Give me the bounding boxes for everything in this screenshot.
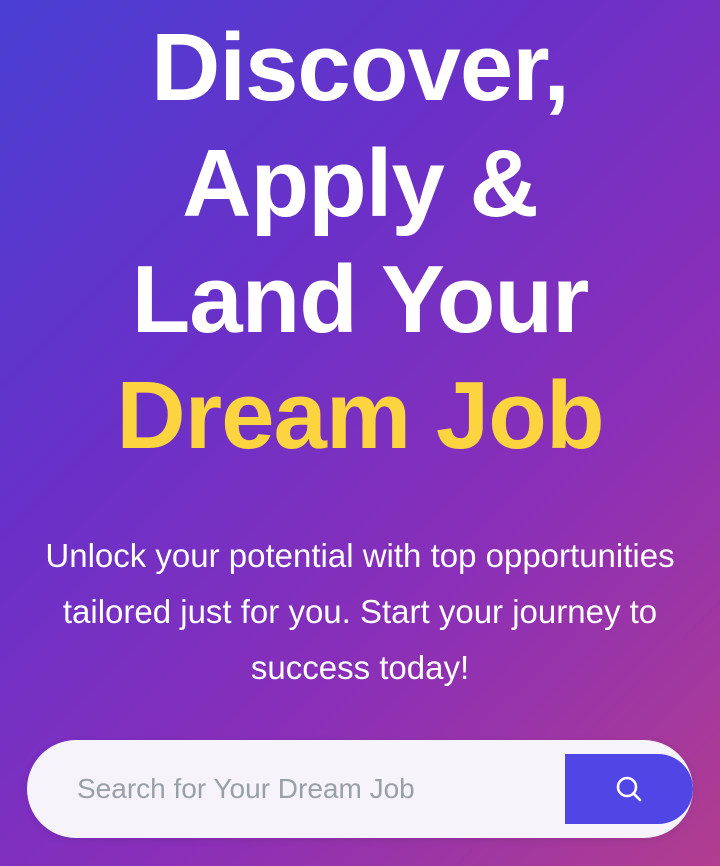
search-icon	[614, 774, 644, 804]
headline-line-apply: Apply &	[182, 130, 539, 237]
search-button[interactable]	[565, 754, 693, 824]
headline-line-discover: Discover,	[151, 14, 570, 121]
hero-headline: Discover, Apply & Land Your Dream Job	[0, 10, 720, 474]
hero-section: Discover, Apply & Land Your Dream Job Un…	[0, 0, 720, 866]
hero-subtext: Unlock your potential with top opportuni…	[45, 537, 675, 686]
headline-line-dream-job: Dream Job	[116, 362, 604, 469]
search-bar	[27, 740, 693, 838]
search-input[interactable]	[27, 740, 563, 838]
headline-line-land: Land Your	[131, 246, 590, 353]
